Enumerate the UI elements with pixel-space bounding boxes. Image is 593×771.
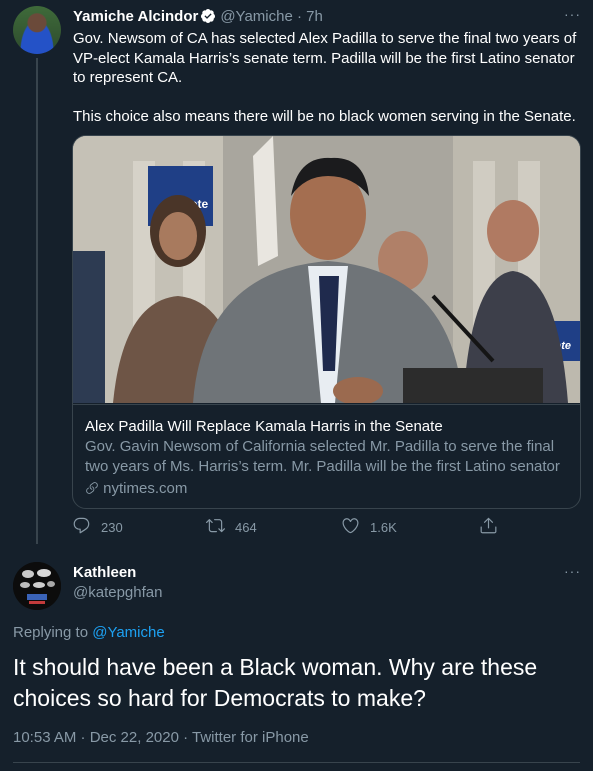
- share-button[interactable]: [479, 516, 498, 538]
- card-title[interactable]: Alex Padilla Will Replace Kamala Harris …: [85, 417, 443, 436]
- tweet-text: Gov. Newsom of CA has selected Alex Padi…: [73, 29, 579, 127]
- reply-icon: [72, 516, 91, 538]
- more-options-icon[interactable]: ···: [564, 563, 581, 579]
- tweet-actions: 230 464 1.6K: [72, 516, 512, 538]
- avatar[interactable]: [13, 562, 61, 610]
- user-handle[interactable]: @Yamiche: [220, 8, 292, 25]
- link-preview-card[interactable]: Vote TheVote Alex Padilla Will Replace K…: [72, 135, 581, 509]
- avatar[interactable]: [13, 6, 61, 54]
- tweet-time[interactable]: 7h: [306, 8, 323, 25]
- like-button[interactable]: 1.6K: [341, 516, 397, 538]
- separator-dot: ·: [296, 8, 302, 25]
- thread-connector-line: [36, 58, 38, 544]
- display-name[interactable]: Kathleen: [73, 564, 136, 581]
- reply-button[interactable]: 230: [72, 516, 123, 538]
- divider: [13, 762, 580, 763]
- like-count: 1.6K: [370, 519, 397, 535]
- user-handle[interactable]: @katepghfan: [73, 584, 162, 601]
- card-image: Vote TheVote: [73, 136, 580, 403]
- link-icon: [85, 480, 99, 497]
- display-name[interactable]: Yamiche Alcindor: [73, 8, 198, 25]
- tweet-text: It should have been a Black woman. Why a…: [13, 654, 538, 711]
- share-icon: [479, 516, 498, 538]
- more-options-icon[interactable]: ···: [564, 6, 581, 22]
- tweet-header: Yamiche Alcindor @Yamiche · 7h: [73, 8, 323, 26]
- retweet-icon: [206, 516, 225, 538]
- reply-count: 230: [101, 519, 123, 535]
- card-description: Gov. Gavin Newsom of California selected…: [85, 438, 560, 475]
- tweet-paragraph: Gov. Newsom of CA has selected Alex Padi…: [73, 30, 577, 86]
- card-domain-text: nytimes.com: [103, 480, 188, 497]
- card-body: Alex Padilla Will Replace Kamala Harris …: [73, 404, 580, 508]
- retweet-count: 464: [235, 519, 257, 535]
- tweet-paragraph: This choice also means there will be no …: [73, 108, 576, 125]
- replying-to: Replying to @Yamiche: [13, 624, 165, 641]
- replying-to-link[interactable]: @Yamiche: [92, 624, 164, 641]
- tweet-timestamp[interactable]: 10:53 AM · Dec 22, 2020 · Twitter for iP…: [13, 729, 309, 746]
- verified-badge-icon: [200, 8, 216, 24]
- retweet-button[interactable]: 464: [206, 516, 257, 538]
- card-domain[interactable]: nytimes.com: [85, 479, 187, 498]
- heart-icon: [341, 516, 360, 538]
- replying-prefix: Replying to: [13, 624, 89, 641]
